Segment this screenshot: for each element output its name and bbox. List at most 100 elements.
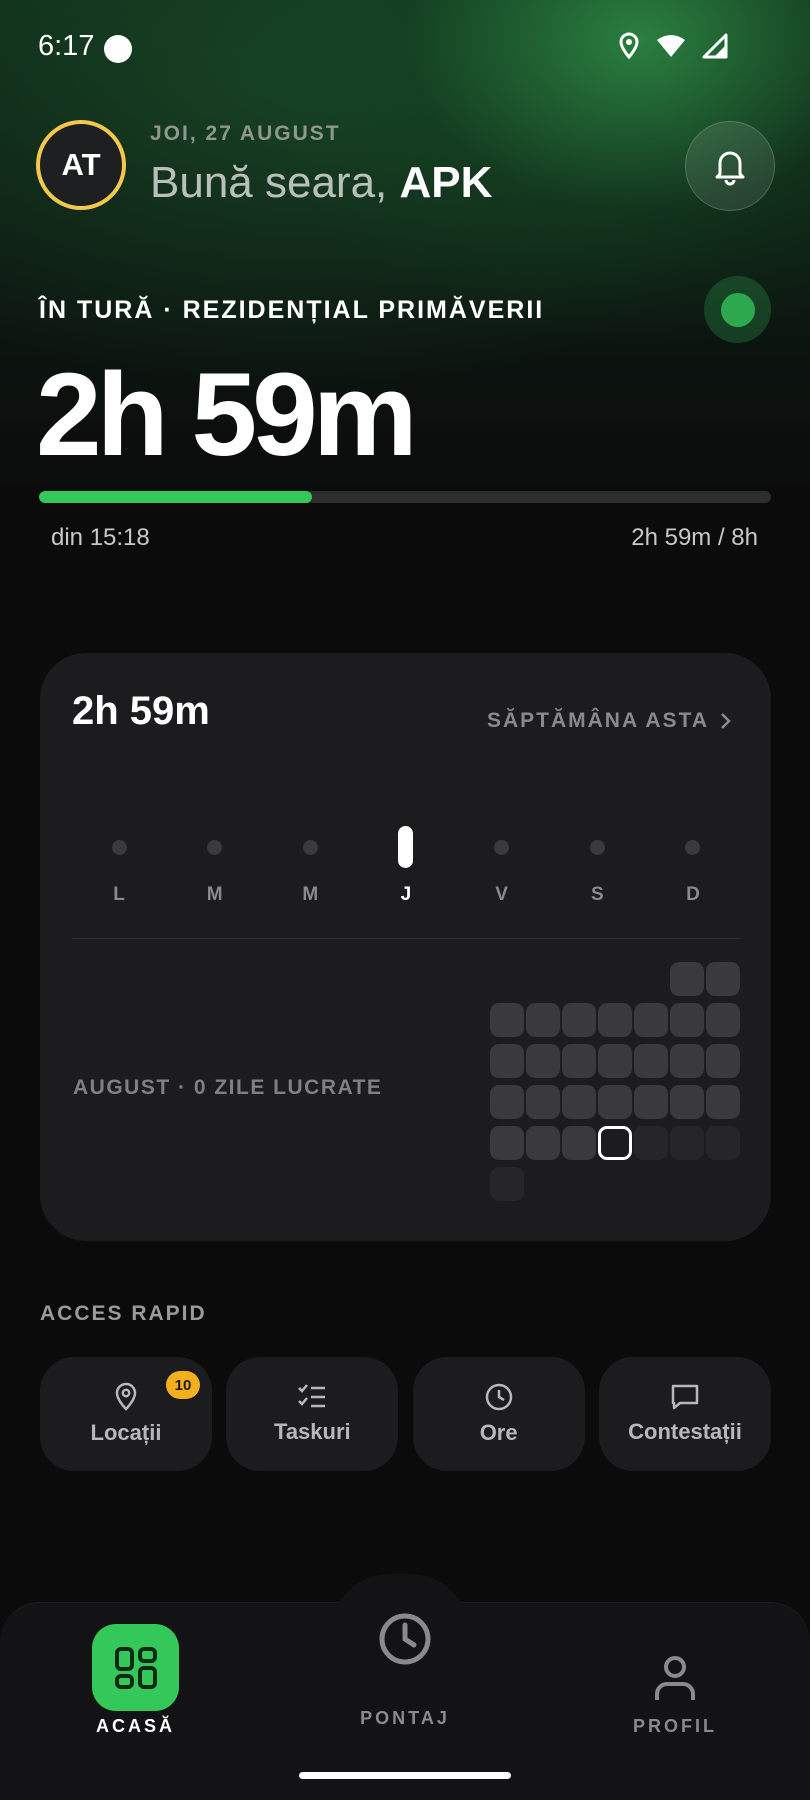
shift-start-time: din 15:18 (51, 524, 150, 551)
wifi-icon (657, 35, 685, 57)
calendar-day[interactable] (490, 1126, 524, 1160)
greeting-prefix: Bună seara, (150, 158, 388, 207)
calendar-blank (526, 962, 560, 996)
calendar-day[interactable] (526, 1044, 560, 1078)
calendar-day[interactable] (562, 1126, 596, 1160)
avatar[interactable]: AT (36, 120, 126, 210)
weekday-label: D (686, 884, 700, 905)
live-dot (720, 292, 755, 327)
calendar-day[interactable] (490, 1085, 524, 1119)
calendar-day[interactable] (706, 1003, 740, 1037)
signal-icon (702, 33, 728, 59)
weekday-item: J (382, 826, 430, 906)
nav-pontaj-label[interactable]: PONTAJ (330, 1708, 480, 1729)
this-week-link[interactable]: SĂPTĂMÂNA ASTA (487, 709, 731, 733)
quick-access-label: Ore (479, 1420, 518, 1445)
weekday-mark (111, 826, 127, 868)
quick-access-locations-button[interactable]: Locații 10 (40, 1357, 212, 1471)
shift-progress-fill (39, 491, 313, 503)
quick-access-tasks-button[interactable]: Taskuri (226, 1357, 399, 1471)
calendar-blank (634, 962, 668, 996)
quick-access-disputes-button[interactable]: Contestații (598, 1357, 771, 1471)
shift-elapsed-time: 2h 59m (36, 349, 418, 481)
shift-hours-ratio: 2h 59m / 8h (631, 524, 758, 551)
calendar-day[interactable] (490, 1003, 524, 1037)
weekday-hours-bar (398, 826, 414, 868)
calendar-day[interactable] (526, 1126, 560, 1160)
quick-access-title: ACCES RAPID (40, 1302, 207, 1325)
month-summary-label: AUGUST · 0 ZILE LUCRATE (73, 1076, 383, 1099)
calendar-day[interactable] (598, 1003, 632, 1037)
calendar-blank (598, 962, 632, 996)
quick-access-label: Contestații (628, 1419, 742, 1444)
weekday-mark (207, 826, 223, 868)
clock-icon[interactable] (376, 1610, 434, 1668)
calendar-day[interactable] (490, 1167, 524, 1201)
weekday-row: LMMJVSD (72, 826, 740, 906)
calendar-day[interactable] (670, 962, 704, 996)
calendar-day[interactable] (706, 1085, 740, 1119)
nav-profile-label[interactable]: PROFIL (600, 1716, 750, 1737)
calendar-day[interactable] (670, 1044, 704, 1078)
locations-count-badge: 10 (166, 1371, 200, 1399)
calendar-day[interactable] (526, 1003, 560, 1037)
calendar-day[interactable] (634, 1085, 668, 1119)
greeting: Bună seara, APK (150, 158, 492, 208)
weekday-mark (589, 826, 605, 868)
calendar-day[interactable] (490, 1044, 524, 1078)
calendar-day[interactable] (670, 1126, 704, 1160)
weekday-label: J (400, 884, 412, 905)
weekday-item: M (191, 826, 239, 906)
notification-dot-icon (104, 35, 132, 63)
shift-progress-bar (39, 491, 771, 503)
this-week-label: SĂPTĂMÂNA ASTA (486, 709, 709, 732)
calendar-day[interactable] (706, 1126, 740, 1160)
calendar-blank (490, 962, 524, 996)
weekday-mark (494, 826, 510, 868)
nav-home-button[interactable] (92, 1624, 179, 1711)
calendar-day[interactable] (562, 1003, 596, 1037)
calendar-day[interactable] (670, 1085, 704, 1119)
weekday-item: M (286, 826, 334, 906)
card-divider (72, 938, 740, 939)
weekday-label: S (590, 884, 604, 905)
home-indicator (299, 1772, 511, 1779)
calendar-day[interactable] (634, 1003, 668, 1037)
weekday-dot (494, 839, 510, 855)
weekday-label: L (113, 884, 125, 905)
calendar-day[interactable] (706, 962, 740, 996)
quick-access-label: Locații (90, 1420, 162, 1445)
calendar-day[interactable] (598, 1044, 632, 1078)
weekday-label: M (206, 884, 223, 905)
weekday-item: L (95, 826, 143, 906)
calendar-day-today[interactable] (598, 1126, 632, 1160)
calendar-day[interactable] (598, 1085, 632, 1119)
chevron-right-icon (721, 713, 731, 729)
calendar-day[interactable] (670, 1003, 704, 1037)
weekday-dot (207, 839, 223, 855)
weekday-mark (302, 826, 318, 868)
weekday-dot (685, 839, 701, 855)
weekday-dot (589, 839, 605, 855)
calendar-day[interactable] (706, 1044, 740, 1078)
checklist-icon (298, 1384, 326, 1408)
quick-access-label: Taskuri (274, 1419, 351, 1444)
nav-home-label[interactable]: ACASĂ (64, 1716, 207, 1737)
user-icon[interactable] (653, 1654, 697, 1702)
calendar-day[interactable] (634, 1044, 668, 1078)
calendar-day[interactable] (634, 1126, 668, 1160)
calendar-day[interactable] (562, 1044, 596, 1078)
calendar-blank (562, 962, 596, 996)
weekday-label: V (495, 884, 508, 905)
status-icons (618, 32, 728, 60)
weekday-item: V (478, 826, 526, 906)
shift-location-label: ÎN TURĂ · REZIDENȚIAL PRIMĂVERII (39, 296, 545, 324)
bell-icon (715, 151, 745, 186)
weekday-mark (685, 826, 701, 868)
live-status-indicator (704, 276, 771, 343)
notifications-button[interactable] (685, 121, 775, 211)
calendar-day[interactable] (526, 1085, 560, 1119)
calendar-day[interactable] (562, 1085, 596, 1119)
quick-access-hours-button[interactable]: Ore (412, 1357, 585, 1471)
quick-access-row: Locații 10 Taskuri Ore Contestații (40, 1357, 771, 1471)
